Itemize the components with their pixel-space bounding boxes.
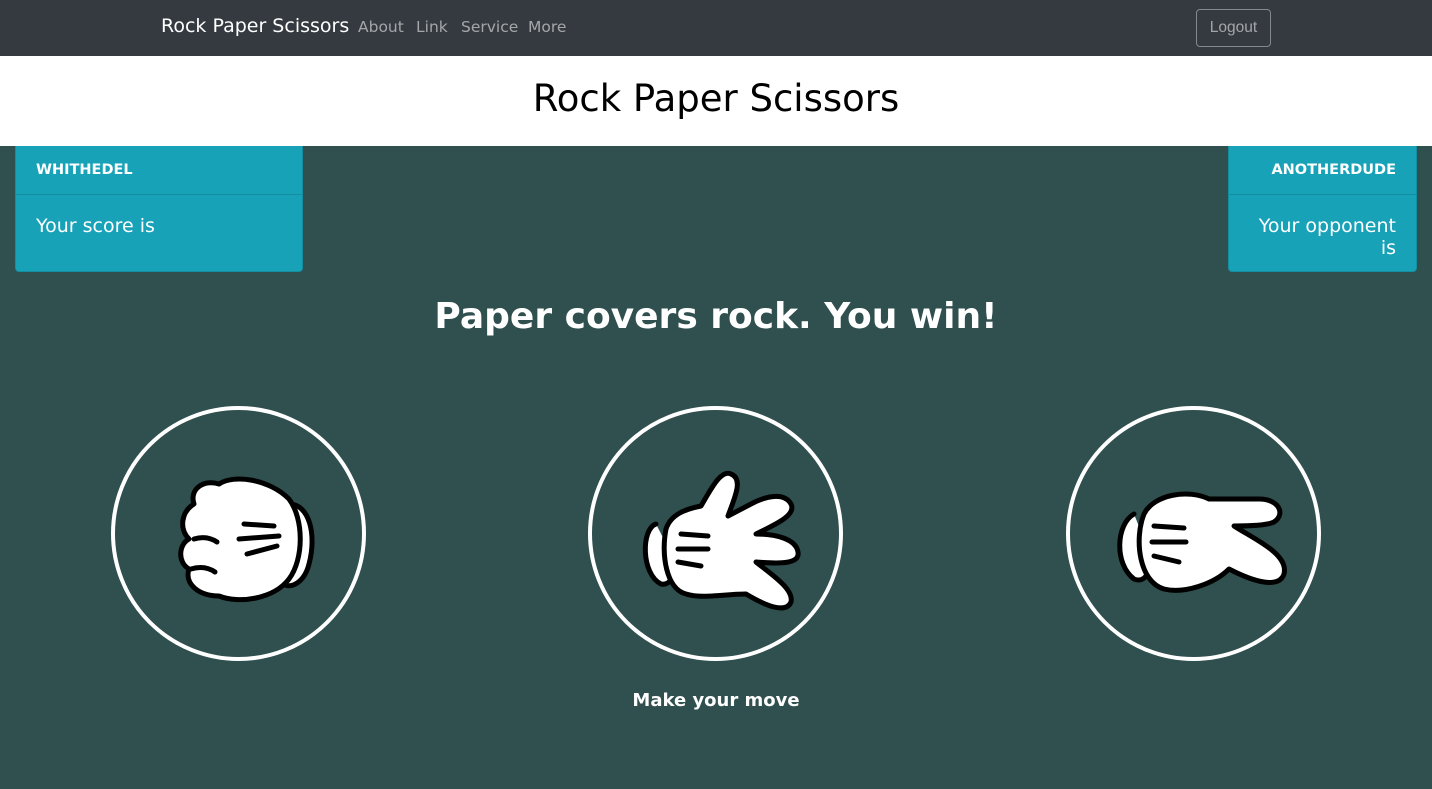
paper-choice-button[interactable]	[588, 406, 843, 661]
navbar: Rock Paper Scissors About Link Service M…	[0, 0, 1432, 56]
page-header: Rock Paper Scissors	[0, 56, 1432, 146]
page-title: Rock Paper Scissors	[532, 76, 900, 120]
nav-link-link[interactable]: Link	[416, 18, 448, 36]
scissors-hand-icon	[1116, 491, 1287, 593]
player-name: whithedel	[16, 146, 302, 195]
logout-button[interactable]: Logout	[1196, 9, 1271, 47]
player-card: whithedel Your score is	[15, 146, 303, 272]
nav-link-service[interactable]: Service	[461, 18, 518, 36]
nav-link-about[interactable]: About	[358, 18, 404, 36]
opponent-card: anotherdude Your opponent is	[1228, 146, 1417, 272]
rock-hand-icon	[177, 476, 314, 602]
paper-hand-icon	[642, 470, 801, 610]
nav-link-more[interactable]: More	[528, 18, 566, 36]
result-message: Paper covers rock. You win!	[434, 296, 998, 337]
scissors-choice-button[interactable]	[1066, 406, 1321, 661]
make-move-prompt: Make your move	[632, 690, 800, 711]
rock-choice-button[interactable]	[111, 406, 366, 661]
player-score-text: Your score is	[36, 215, 155, 237]
opponent-text: Your opponent is	[1258, 215, 1396, 259]
navbar-brand[interactable]: Rock Paper Scissors	[161, 15, 349, 37]
opponent-name: anotherdude	[1229, 146, 1416, 195]
